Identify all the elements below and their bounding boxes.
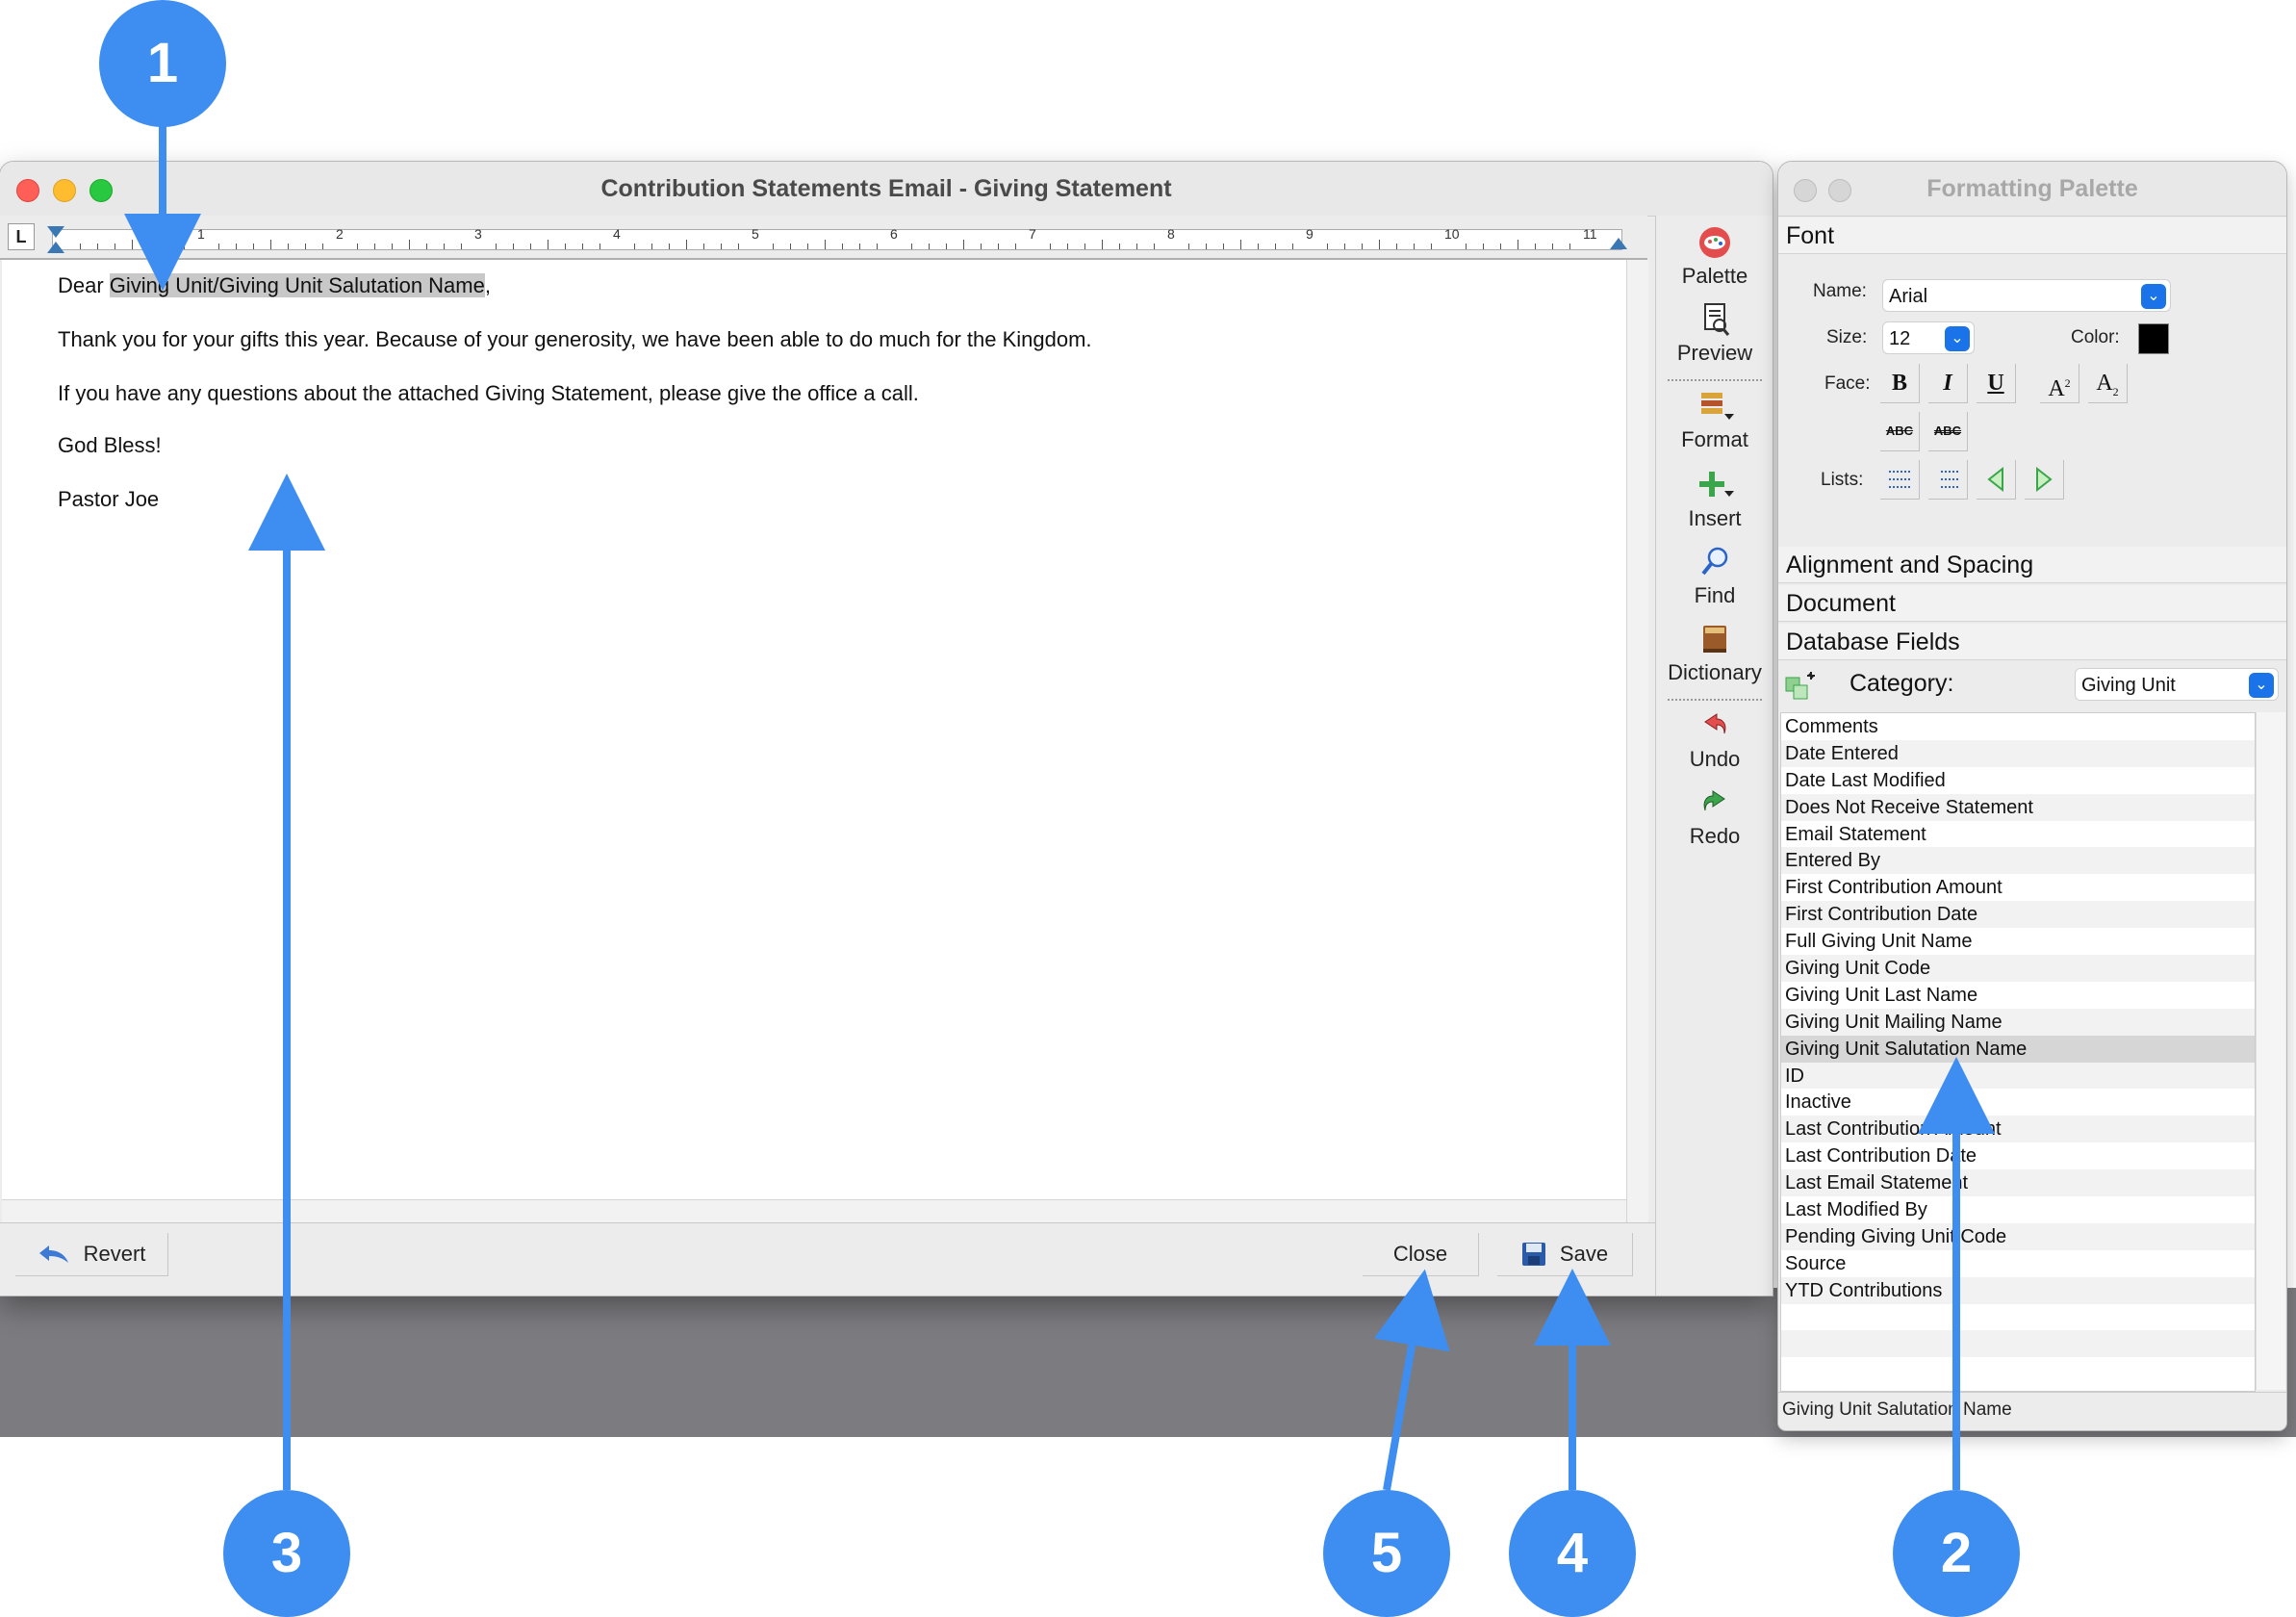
callout-2: 2 xyxy=(1893,1490,2020,1617)
callout-3: 3 xyxy=(223,1490,350,1617)
arrow-5 xyxy=(1373,1269,1450,1491)
callout-5: 5 xyxy=(1323,1490,1450,1617)
callout-1: 1 xyxy=(99,0,226,127)
callout-arrows xyxy=(124,125,1995,1491)
callout-4: 4 xyxy=(1509,1490,1636,1617)
